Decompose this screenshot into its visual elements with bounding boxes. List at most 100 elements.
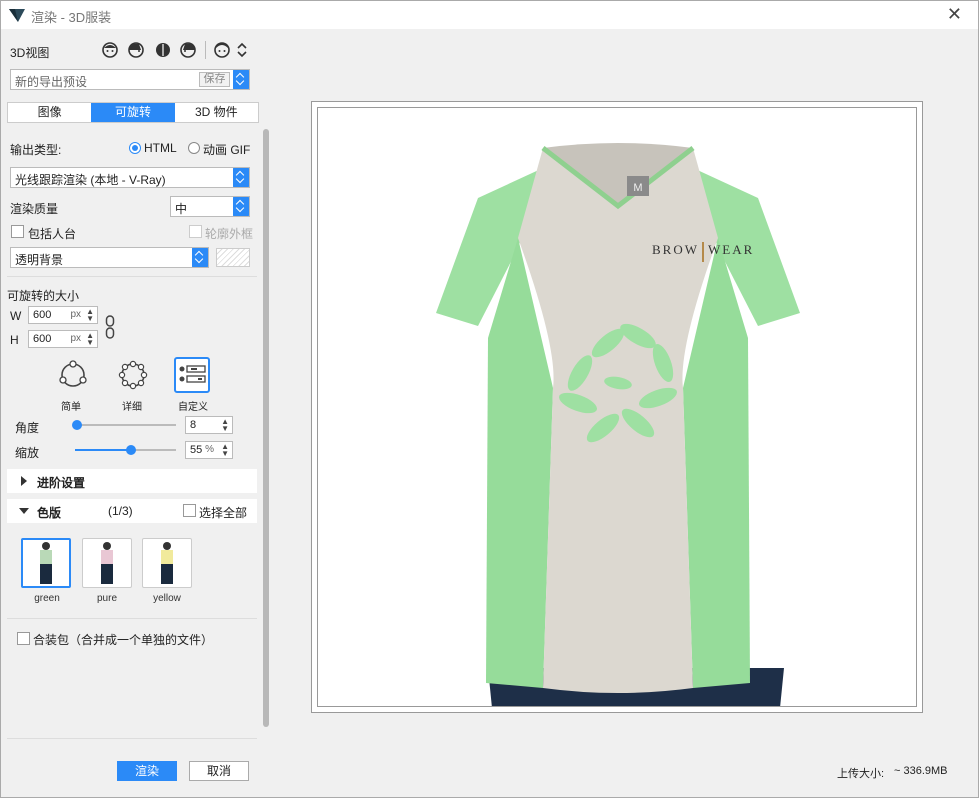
background-color-swatch[interactable] xyxy=(216,248,250,267)
background-dropdown-icon[interactable] xyxy=(192,248,208,267)
upload-size-value: ~ 336.9MB xyxy=(894,765,948,777)
preset-simple-label: 简单 xyxy=(61,402,81,413)
colorway-green-label: green xyxy=(34,593,60,604)
garment-preview: M BROW WEAR xyxy=(436,143,800,706)
render-button[interactable]: 渲染 xyxy=(117,761,177,781)
zoom-input[interactable]: 55 % ▲ ▼ xyxy=(185,441,233,459)
colorway-label: 色版 xyxy=(37,506,62,520)
colorway-green-thumb[interactable] xyxy=(21,538,71,588)
advanced-label: 进阶设置 xyxy=(37,476,86,490)
width-unit: px xyxy=(70,309,81,320)
size-label: 可旋转的大小 xyxy=(7,289,80,303)
preset-custom-button[interactable] xyxy=(174,357,210,393)
preview-viewport[interactable]: M BROW WEAR xyxy=(317,107,917,707)
height-label: H xyxy=(10,333,19,347)
quality-select[interactable]: 中 xyxy=(170,196,250,217)
angle-slider-thumb[interactable] xyxy=(72,420,82,430)
window-title: 渲染 - 3D服装 xyxy=(31,10,112,25)
include-avatar-checkbox[interactable] xyxy=(11,225,24,238)
include-avatar-label: 包括人台 xyxy=(28,227,77,241)
angle-input[interactable]: 8 ▲ ▼ xyxy=(185,416,233,434)
colorway-section-header[interactable]: 色版 (1/3) 选择全部 xyxy=(7,499,257,523)
zoom-slider-fill xyxy=(75,449,131,451)
thumb-shirt xyxy=(161,550,173,564)
renderer-select[interactable]: 光线跟踪渲染 (本地 - V-Ray) xyxy=(10,167,250,188)
output-type-label: 输出类型: xyxy=(10,143,62,157)
radio-html[interactable] xyxy=(129,142,141,154)
tab-turntable[interactable]: 可旋转 xyxy=(91,103,175,122)
width-input[interactable]: 600 px ▲ ▼ xyxy=(28,306,98,324)
radio-gif[interactable] xyxy=(188,142,200,154)
height-unit: px xyxy=(70,333,81,344)
thumb-shirt xyxy=(101,550,113,564)
close-icon[interactable]: ✕ xyxy=(947,4,962,25)
preset-value: 新的导出预设 xyxy=(15,75,88,89)
expand-right-icon xyxy=(21,476,27,486)
width-label: W xyxy=(10,309,22,323)
brand-text-right: WEAR xyxy=(708,242,754,257)
divider xyxy=(7,276,257,277)
zoom-slider-thumb[interactable] xyxy=(125,445,136,455)
divider xyxy=(7,618,257,619)
zoom-stepper-icon[interactable]: ▲ ▼ xyxy=(221,443,229,458)
face-front-icon[interactable] xyxy=(101,41,119,59)
renderer-dropdown-icon[interactable] xyxy=(233,168,249,187)
outline-checkbox[interactable] xyxy=(189,225,202,238)
select-all-checkbox[interactable] xyxy=(183,504,196,517)
width-stepper-icon[interactable]: ▲ ▼ xyxy=(86,308,94,323)
tab-image[interactable]: 图像 xyxy=(8,103,91,122)
collapse-down-icon xyxy=(19,508,29,514)
colorway-count: (1/3) xyxy=(108,504,133,518)
tab-3d-object[interactable]: 3D 物件 xyxy=(175,103,258,122)
title-bar: 渲染 - 3D服装 ✕ xyxy=(1,1,978,29)
preset-detailed-label: 详细 xyxy=(122,402,142,413)
thumb-shirt xyxy=(40,550,52,564)
view3d-label: 3D视图 xyxy=(10,46,50,60)
face-custom-icon[interactable] xyxy=(213,41,231,59)
colorway-pure-thumb[interactable] xyxy=(82,538,132,588)
advanced-section-header[interactable]: 进阶设置 xyxy=(7,469,257,493)
preset-select[interactable]: 新的导出预设 保存 xyxy=(10,69,250,90)
shirt-thumb-icon xyxy=(161,542,173,584)
angle-stepper-icon[interactable]: ▲ ▼ xyxy=(221,418,229,433)
face-other-side-icon[interactable] xyxy=(179,41,197,59)
link-aspect-icon[interactable] xyxy=(105,315,115,339)
preview-frame: M BROW WEAR xyxy=(311,101,923,713)
height-value: 600 xyxy=(33,333,52,345)
brand-text-left: BROW xyxy=(652,242,699,257)
quality-dropdown-icon[interactable] xyxy=(233,197,249,216)
shirt-thumb-icon xyxy=(101,542,113,584)
zoom-value: 55 xyxy=(190,444,203,456)
quality-label: 渲染质量 xyxy=(10,202,59,216)
size-tag-text: M xyxy=(633,182,642,194)
background-select[interactable]: 透明背景 xyxy=(10,247,209,268)
app-logo-icon xyxy=(9,9,25,22)
save-preset-button[interactable]: 保存 xyxy=(199,72,230,87)
radio-gif-label: 动画 GIF xyxy=(203,143,251,157)
chevron-updown-icon[interactable] xyxy=(237,42,247,58)
divider xyxy=(7,738,257,739)
select-all-label: 选择全部 xyxy=(199,506,248,520)
toolbar-divider xyxy=(205,41,206,59)
preset-simple-icon[interactable] xyxy=(56,358,90,392)
background-value: 透明背景 xyxy=(15,253,64,267)
left-panel-scrollbar[interactable] xyxy=(263,129,269,727)
colorway-yellow-thumb[interactable] xyxy=(142,538,192,588)
face-side-icon[interactable] xyxy=(127,41,145,59)
upload-size-label: 上传大小: xyxy=(837,768,885,780)
preset-custom-icon xyxy=(179,365,206,383)
colorway-yellow-label: yellow xyxy=(153,593,181,604)
bundle-checkbox[interactable] xyxy=(17,632,30,645)
quality-value: 中 xyxy=(175,202,188,216)
bundle-label: 合装包（合并成一个单独的文件） xyxy=(33,633,214,647)
radio-html-label: HTML xyxy=(144,141,177,155)
cancel-button[interactable]: 取消 xyxy=(189,761,249,781)
height-input[interactable]: 600 px ▲ ▼ xyxy=(28,330,98,348)
face-back-icon[interactable] xyxy=(154,41,172,59)
angle-slider-track[interactable] xyxy=(75,424,176,426)
preset-detailed-icon[interactable] xyxy=(116,358,150,392)
preset-dropdown-icon[interactable] xyxy=(233,70,249,89)
width-value: 600 xyxy=(33,309,52,321)
colorway-pure-label: pure xyxy=(96,593,117,604)
height-stepper-icon[interactable]: ▲ ▼ xyxy=(86,332,94,347)
